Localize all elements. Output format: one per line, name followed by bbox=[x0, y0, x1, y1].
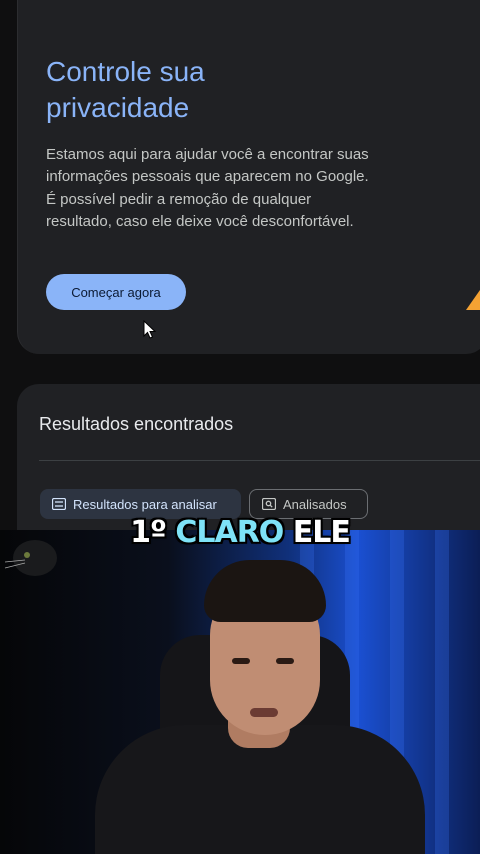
start-now-button[interactable]: Começar agora bbox=[46, 274, 186, 310]
person-eye bbox=[232, 658, 250, 664]
caption-part2: ELE bbox=[292, 515, 351, 550]
curtain-stripe bbox=[435, 530, 449, 854]
caption-part1: 1º bbox=[130, 515, 167, 550]
review-icon bbox=[262, 498, 276, 510]
caption-highlight: CLARO bbox=[175, 515, 284, 550]
privacy-card-title: Controle sua privacidade bbox=[46, 56, 205, 123]
video-caption: 1º CLARO ELE bbox=[0, 515, 480, 550]
mouse-cursor-icon bbox=[143, 320, 157, 339]
orange-accent-shape bbox=[466, 290, 480, 310]
webcam-video-overlay bbox=[0, 530, 480, 854]
results-divider bbox=[39, 460, 480, 461]
list-icon bbox=[52, 498, 66, 510]
person-eye bbox=[276, 658, 294, 664]
privacy-card-description: Estamos aqui para ajudar você a encontra… bbox=[46, 146, 369, 231]
tab-reviewed-label: Analisados bbox=[283, 496, 347, 512]
person-mouth bbox=[250, 708, 278, 717]
person-hair bbox=[204, 560, 326, 622]
results-card-title: Resultados encontrados bbox=[39, 414, 234, 434]
tab-results-to-review-label: Resultados para analisar bbox=[73, 496, 217, 512]
